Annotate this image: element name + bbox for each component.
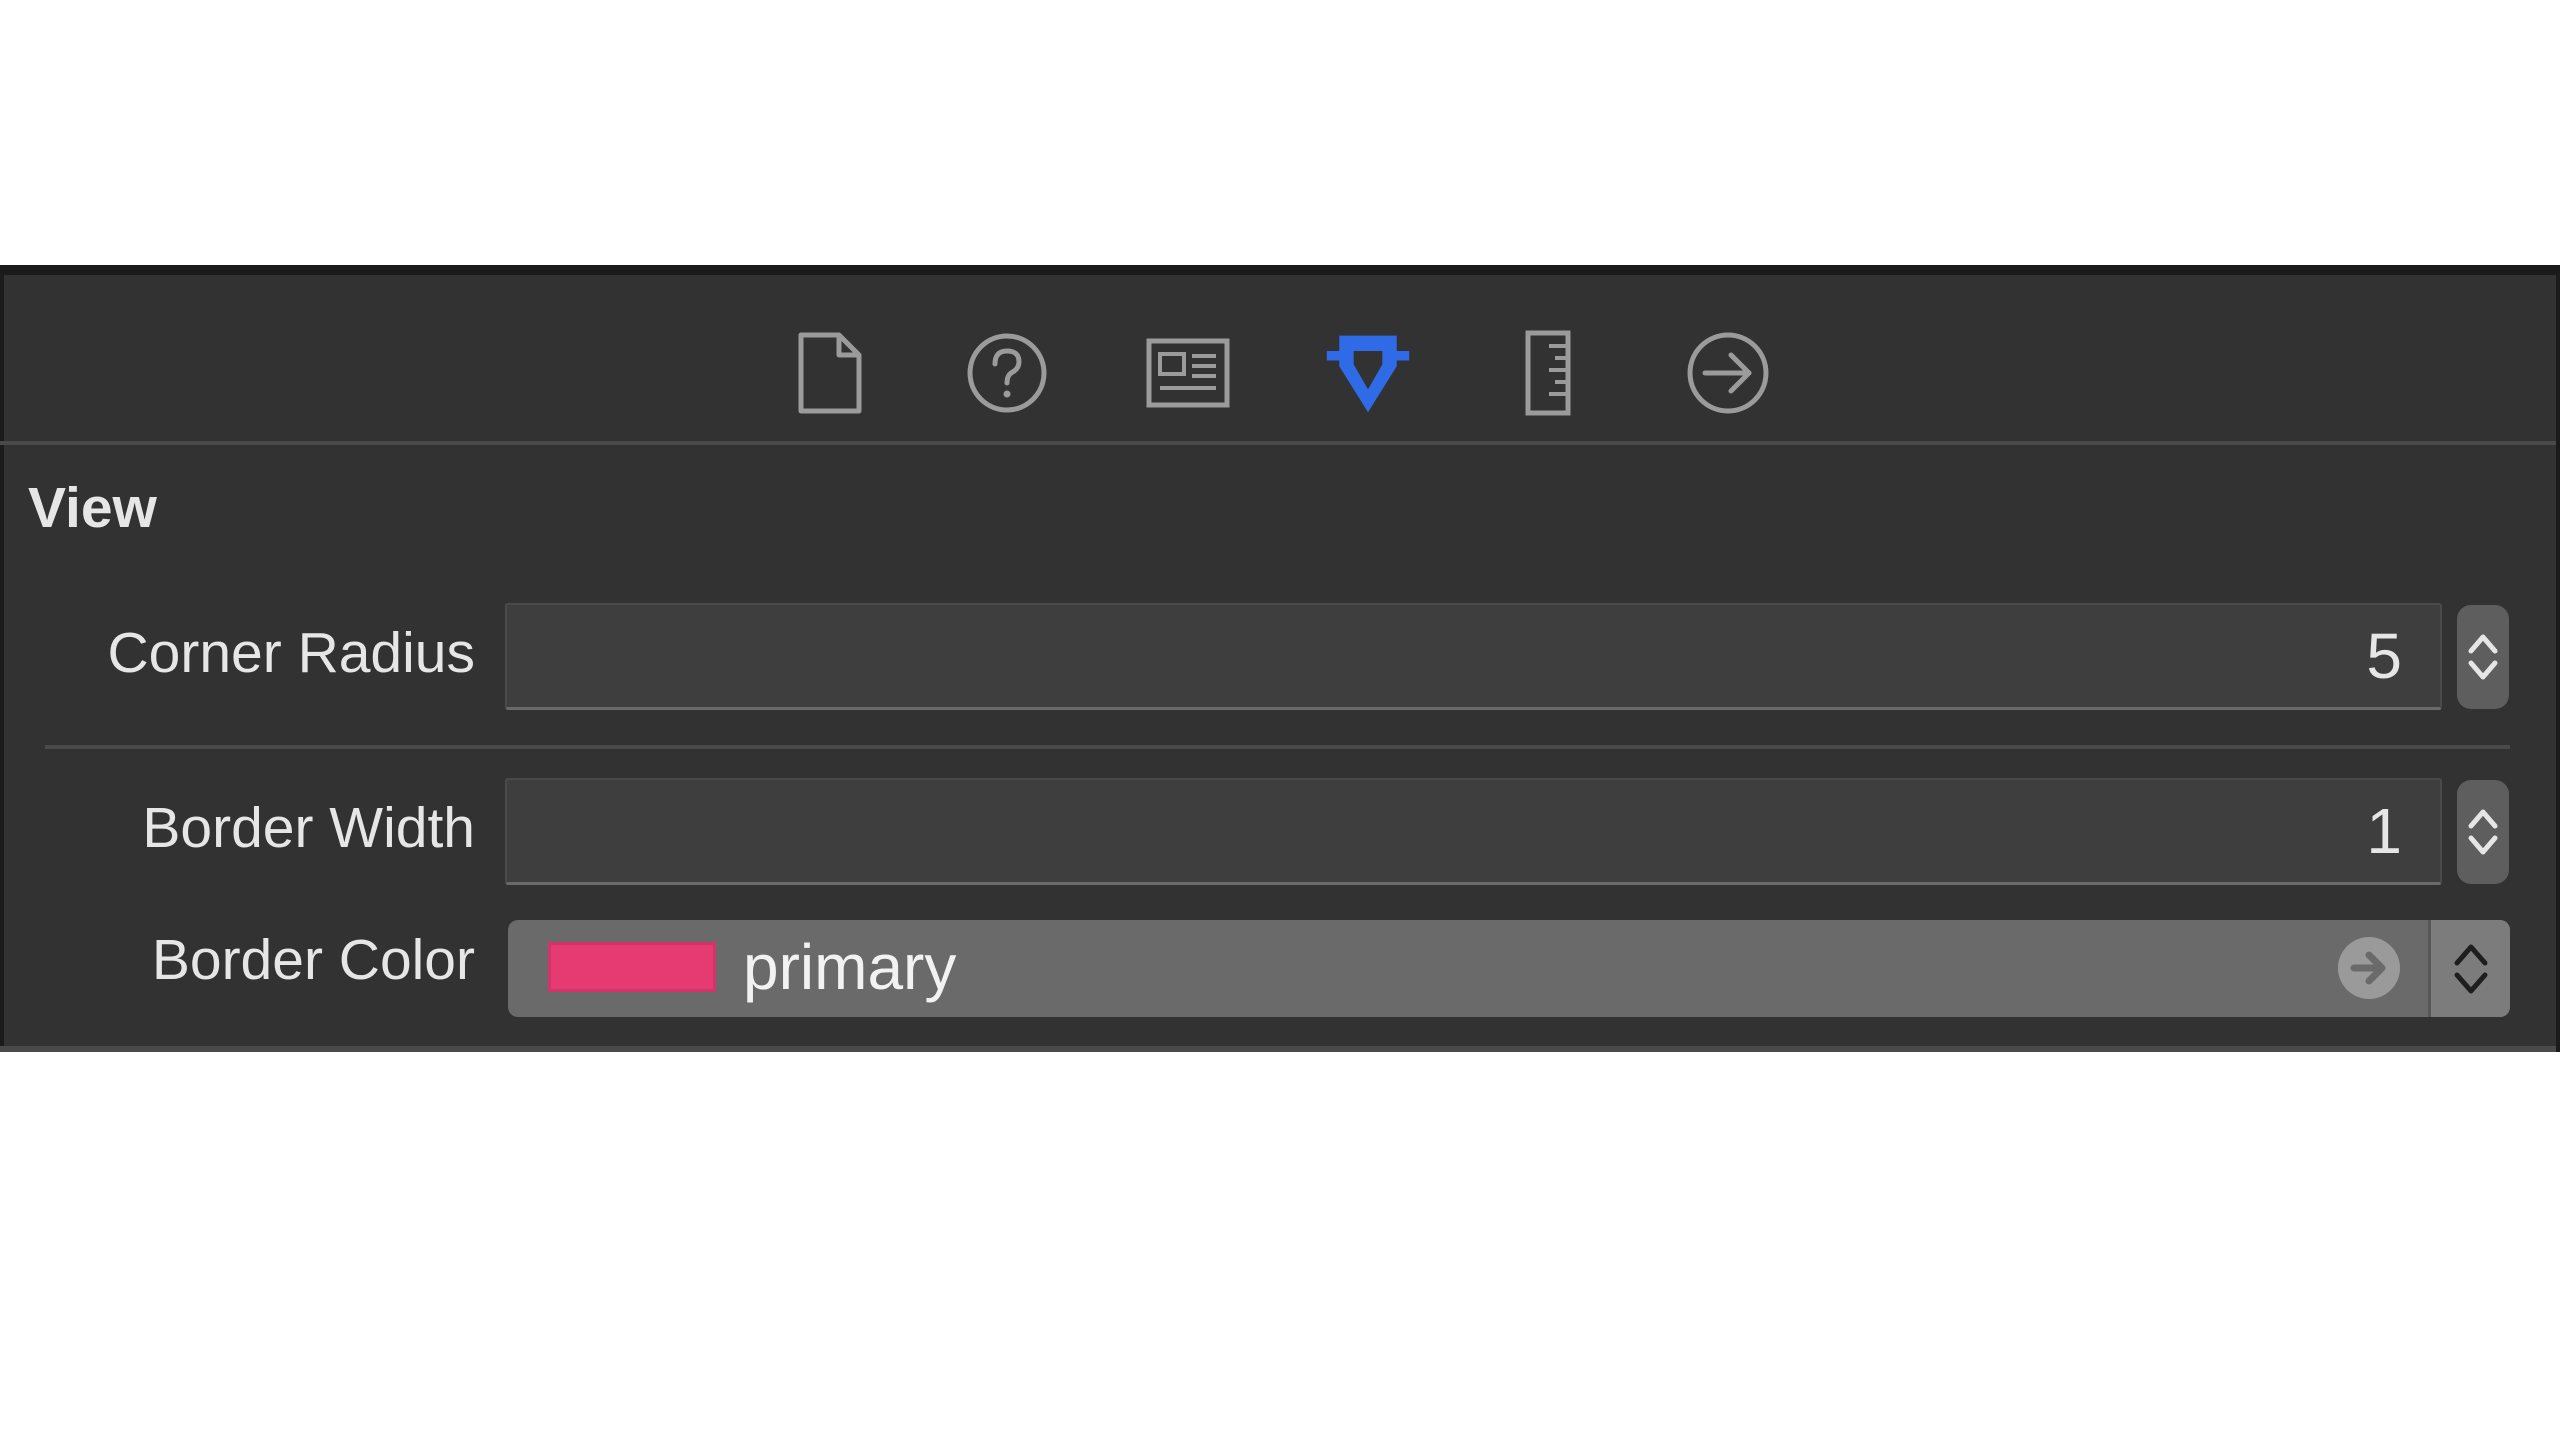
tab-identity-inspector[interactable]	[1143, 328, 1233, 418]
identity-card-icon	[1146, 338, 1230, 408]
border-width-stepper[interactable]	[2457, 780, 2509, 884]
tab-connections-inspector[interactable]	[1683, 328, 1773, 418]
chevron-up-icon[interactable]	[2466, 804, 2500, 832]
tab-file-inspector[interactable]	[785, 328, 875, 418]
section-title: View	[28, 476, 157, 540]
section-divider	[45, 745, 2510, 749]
border-width-input[interactable]: 1	[505, 778, 2442, 885]
chevron-down-icon[interactable]	[2466, 657, 2500, 685]
inspector-tab-bar	[0, 275, 2560, 445]
question-circle-icon	[967, 333, 1047, 413]
corner-radius-stepper[interactable]	[2457, 605, 2509, 709]
arrow-right-icon	[2350, 951, 2386, 985]
chevron-down-icon[interactable]	[2466, 832, 2500, 860]
tab-attributes-inspector[interactable]	[1323, 328, 1413, 418]
panel-bottom-rule	[0, 1046, 2560, 1052]
border-color-popup[interactable]: primary	[508, 920, 2510, 1017]
attributes-inspector-panel: View Corner Radius 5 Border Width 1 Bord…	[0, 265, 2560, 1052]
tab-quick-help[interactable]	[962, 328, 1052, 418]
chevron-down-icon	[2454, 972, 2487, 993]
arrow-circle-right-icon	[1687, 332, 1769, 414]
border-color-value: primary	[743, 931, 957, 1003]
border-color-popup-arrows[interactable]	[2428, 920, 2510, 1017]
border-color-label: Border Color	[151, 928, 475, 992]
file-icon	[798, 332, 862, 414]
chevron-up-icon	[2454, 944, 2487, 965]
border-width-label: Border Width	[142, 796, 475, 860]
corner-radius-label: Corner Radius	[107, 621, 476, 685]
attributes-slider-icon	[1326, 335, 1410, 413]
go-to-color-button[interactable]	[2338, 937, 2400, 999]
corner-radius-input[interactable]: 5	[505, 603, 2442, 710]
color-swatch	[548, 942, 716, 992]
ruler-icon	[1525, 330, 1571, 416]
tab-size-inspector[interactable]	[1503, 328, 1593, 418]
chevron-up-icon[interactable]	[2466, 629, 2500, 657]
